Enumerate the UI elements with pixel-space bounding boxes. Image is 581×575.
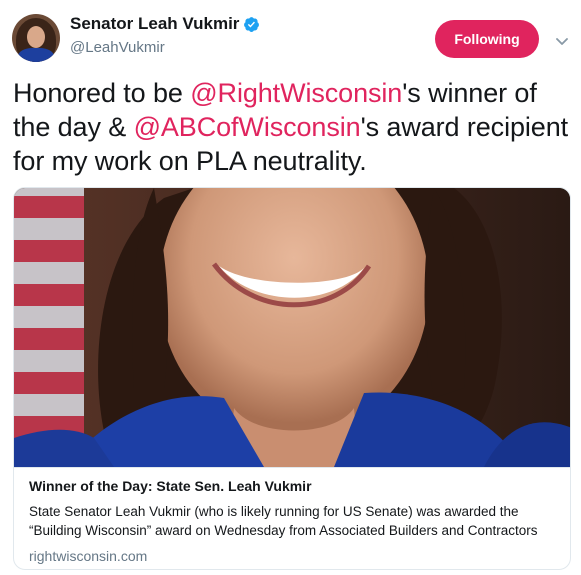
chevron-down-icon[interactable]: [556, 34, 568, 45]
avatar[interactable]: [12, 14, 60, 62]
mention-link-rightwisconsin[interactable]: @RightWisconsin: [190, 78, 402, 108]
card-image[interactable]: [14, 188, 570, 467]
following-button[interactable]: Following: [435, 20, 539, 58]
card-body: Winner of the Day: State Sen. Leah Vukmi…: [14, 467, 570, 566]
link-preview-card[interactable]: Winner of the Day: State Sen. Leah Vukmi…: [13, 187, 571, 570]
tweet-text: Honored to be @RightWisconsin's winner o…: [13, 76, 573, 178]
author-display-name[interactable]: Senator Leah Vukmir: [70, 14, 239, 34]
author-name-row: Senator Leah Vukmir: [70, 14, 260, 34]
verified-badge-icon: [243, 16, 260, 33]
card-title: Winner of the Day: State Sen. Leah Vukmi…: [29, 478, 312, 494]
tweet: Senator Leah Vukmir @LeahVukmir Followin…: [0, 0, 581, 575]
card-description: State Senator Leah Vukmir (who is likely…: [29, 504, 538, 538]
author-handle[interactable]: @LeahVukmir: [70, 39, 165, 56]
mention-link-abcofwisconsin[interactable]: @ABCofWisconsin: [134, 112, 361, 142]
tweet-text-segment: Honored to be: [13, 78, 191, 108]
card-domain: rightwisconsin.com: [29, 548, 148, 564]
